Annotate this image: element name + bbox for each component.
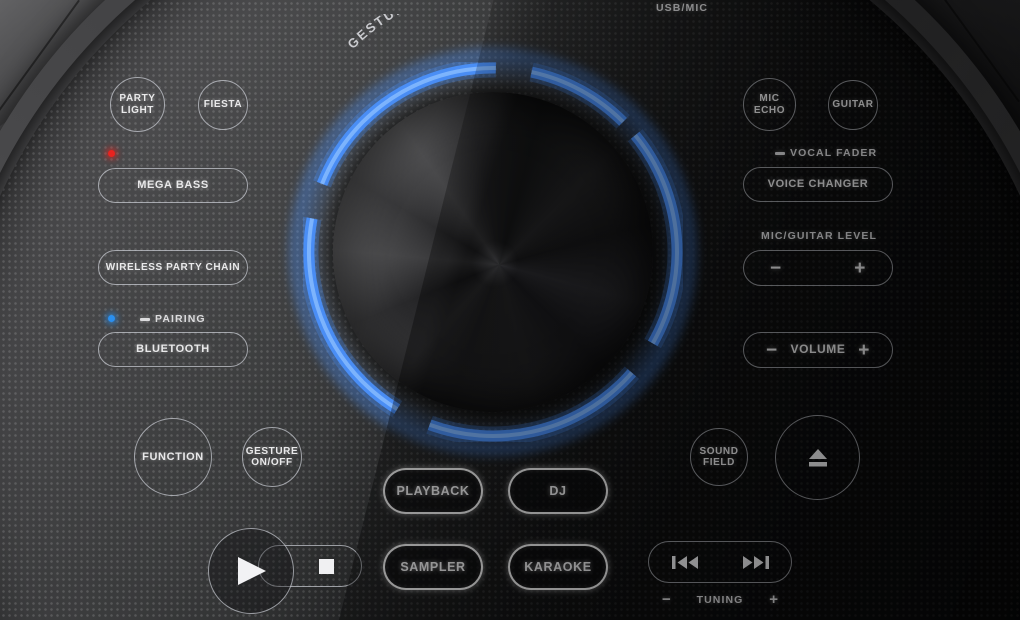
- mega-bass-label: MEGA BASS: [137, 179, 209, 192]
- gesture-onoff-label-line1: GESTURE: [245, 445, 299, 457]
- speaker-control-panel: USB/MIC GESTURE CONTROL PARTY LIG: [0, 0, 1020, 620]
- dj-button[interactable]: DJ: [508, 468, 608, 514]
- tuning-skip-control[interactable]: [648, 541, 792, 583]
- mic-echo-button[interactable]: MIC ECHO: [743, 78, 796, 131]
- karaoke-label: KARAOKE: [524, 560, 592, 574]
- volume-plus-button[interactable]: +: [858, 341, 870, 360]
- sound-field-label-line2: FIELD: [703, 457, 735, 468]
- wireless-party-chain-label: WIRELESS PARTY CHAIN: [105, 261, 241, 273]
- sound-field-label-line1: SOUND: [699, 445, 739, 457]
- party-light-button[interactable]: PARTY LIGHT: [110, 77, 165, 132]
- play-icon: [238, 557, 266, 585]
- tuning-plus-button[interactable]: +: [769, 592, 778, 607]
- bluetooth-button[interactable]: BLUETOOTH: [98, 332, 248, 367]
- vocal-fader-label: VOCAL FADER: [790, 147, 878, 159]
- volume-control[interactable]: − VOLUME +: [743, 332, 893, 368]
- playback-label: PLAYBACK: [396, 484, 470, 498]
- tuning-minus-button[interactable]: −: [662, 592, 671, 607]
- mega-bass-led-indicator: [108, 150, 115, 157]
- mic-guitar-level-minus-button[interactable]: −: [770, 259, 782, 278]
- sampler-label: SAMPLER: [400, 560, 466, 574]
- wireless-party-chain-button[interactable]: WIRELESS PARTY CHAIN: [98, 250, 248, 285]
- mic-guitar-level-control[interactable]: − +: [743, 250, 893, 286]
- tuning-label: TUNING: [696, 593, 744, 606]
- gesture-onoff-label-line2: ON/OFF: [251, 457, 293, 468]
- usb-mic-label: USB/MIC: [656, 2, 709, 14]
- eject-icon: [808, 448, 827, 466]
- dial-center-glint: [473, 242, 517, 286]
- pairing-caption: PAIRING: [140, 313, 206, 325]
- guitar-button[interactable]: GUITAR: [828, 80, 878, 130]
- play-button[interactable]: [208, 528, 294, 614]
- party-light-label-line2: LIGHT: [121, 104, 154, 116]
- bluetooth-label: BLUETOOTH: [136, 343, 210, 356]
- playback-button[interactable]: PLAYBACK: [383, 468, 483, 514]
- sound-field-button[interactable]: SOUND FIELD: [690, 428, 748, 486]
- volume-minus-button[interactable]: −: [766, 341, 778, 360]
- party-light-label-line1: PARTY: [119, 93, 156, 104]
- tuning-caption-row: − TUNING +: [648, 592, 792, 607]
- voice-changer-button[interactable]: VOICE CHANGER: [743, 167, 893, 202]
- guitar-label: GUITAR: [832, 99, 874, 111]
- vocal-fader-caption: VOCAL FADER: [775, 147, 877, 159]
- mic-echo-label-line1: MIC: [759, 93, 780, 104]
- karaoke-button[interactable]: KARAOKE: [508, 544, 608, 590]
- controls-layer: USB/MIC GESTURE CONTROL PARTY LIG: [0, 0, 1020, 620]
- sampler-button[interactable]: SAMPLER: [383, 544, 483, 590]
- gesture-onoff-button[interactable]: GESTURE ON/OFF: [242, 427, 302, 487]
- mic-guitar-level-caption: MIC/GUITAR LEVEL: [761, 230, 877, 242]
- eject-button[interactable]: [775, 415, 860, 500]
- gesture-control-label: GESTURE CONTROL: [344, 14, 500, 52]
- pairing-led-indicator: [108, 315, 115, 322]
- dj-label: DJ: [549, 484, 567, 498]
- svg-text:GESTURE CONTROL: GESTURE CONTROL: [344, 14, 500, 52]
- vocal-fader-dash-icon: [775, 151, 785, 155]
- pairing-label: PAIRING: [155, 313, 206, 325]
- function-button[interactable]: FUNCTION: [134, 418, 212, 496]
- pairing-dash-icon: [140, 317, 150, 321]
- skip-next-icon[interactable]: [742, 555, 769, 570]
- stop-icon: [319, 558, 334, 574]
- function-label: FUNCTION: [142, 450, 204, 463]
- mic-guitar-level-plus-button[interactable]: +: [854, 259, 866, 278]
- skip-previous-icon[interactable]: [671, 555, 698, 570]
- gesture-control-dial[interactable]: [289, 48, 697, 456]
- fiesta-button[interactable]: FIESTA: [198, 80, 248, 130]
- volume-label: VOLUME: [790, 342, 846, 357]
- voice-changer-label: VOICE CHANGER: [767, 178, 869, 191]
- fiesta-label: FIESTA: [203, 99, 243, 111]
- mic-echo-label-line2: ECHO: [753, 104, 786, 116]
- mega-bass-button[interactable]: MEGA BASS: [98, 168, 248, 203]
